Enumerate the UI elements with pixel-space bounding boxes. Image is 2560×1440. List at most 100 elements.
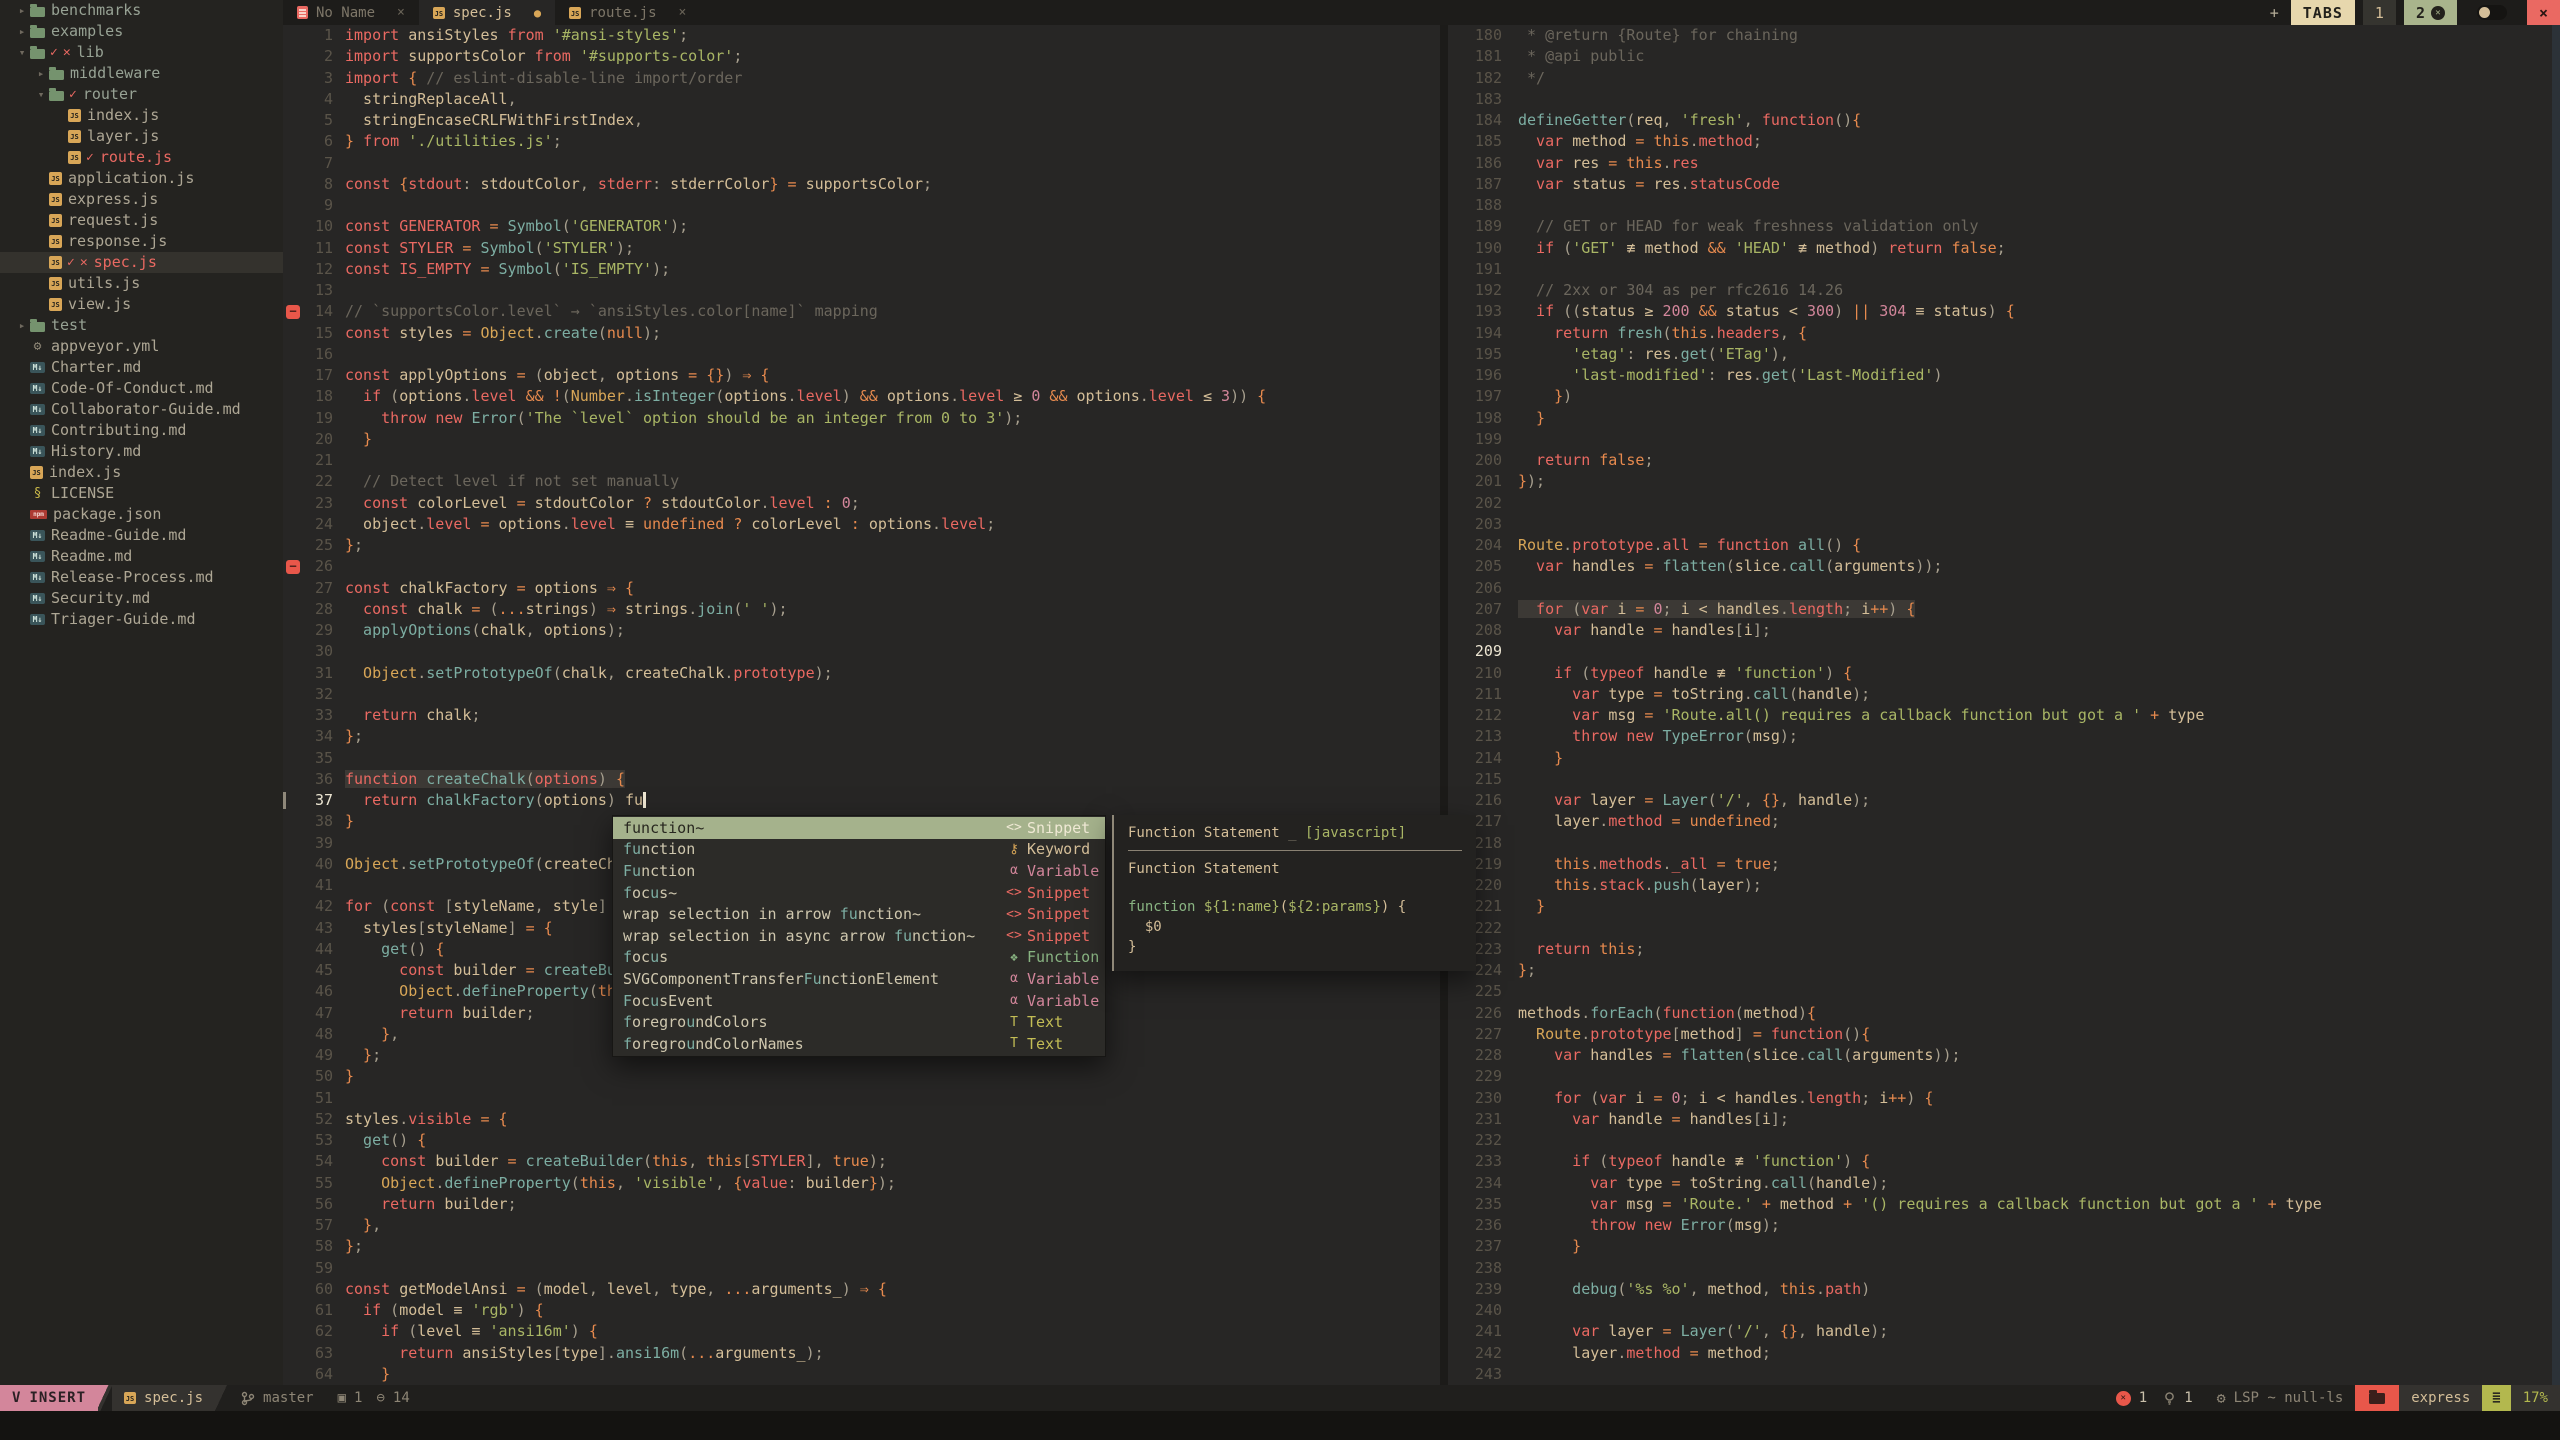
sidebar-item-charter-md[interactable]: M↓Charter.md xyxy=(0,357,283,378)
code-line-181[interactable]: 181 * @api public xyxy=(1448,46,2560,67)
tab-group-1-button[interactable]: 1 xyxy=(2363,0,2396,25)
code-line-64[interactable]: 64 } xyxy=(283,1364,1440,1385)
code-line-225[interactable]: 225 xyxy=(1448,981,2560,1002)
code-line-192[interactable]: 192 // 2xx or 304 as per rfc2616 14.26 xyxy=(1448,280,2560,301)
code-line-242[interactable]: 242 layer.method = method; xyxy=(1448,1343,2560,1364)
sidebar-item-contributing-md[interactable]: M↓Contributing.md xyxy=(0,420,283,441)
editor-pane-left[interactable]: 1import ansiStyles from '#ansi-styles';2… xyxy=(283,25,1440,1385)
code-line-226[interactable]: 226methods.forEach(function(method){ xyxy=(1448,1003,2560,1024)
code-line-4[interactable]: 4 stringReplaceAll, xyxy=(283,89,1440,110)
chevron-right-icon[interactable]: ▸ xyxy=(14,315,30,336)
code-line-62[interactable]: 62 if (level ≡ 'ansi16m') { xyxy=(283,1321,1440,1342)
code-line-182[interactable]: 182 */ xyxy=(1448,68,2560,89)
code-line-6[interactable]: 6} from './utilities.js'; xyxy=(283,131,1440,152)
sidebar-item-router[interactable]: ▾✓router xyxy=(0,84,283,105)
code-line-224[interactable]: 224}; xyxy=(1448,960,2560,981)
sidebar-item-test[interactable]: ▸test xyxy=(0,315,283,336)
sidebar-item-triager-guide-md[interactable]: M↓Triager-Guide.md xyxy=(0,609,283,630)
code-line-208[interactable]: 208 var handle = handles[i]; xyxy=(1448,620,2560,641)
completion-item-5[interactable]: wrap selection in async arrow function~<… xyxy=(613,925,1105,947)
code-line-240[interactable]: 240 xyxy=(1448,1300,2560,1321)
completion-item-7[interactable]: SVGComponentTransferFunctionElementαVari… xyxy=(613,968,1105,990)
sidebar-item-middleware[interactable]: ▸middleware xyxy=(0,63,283,84)
code-line-228[interactable]: 228 var handles = flatten(slice.call(arg… xyxy=(1448,1045,2560,1066)
code-line-17[interactable]: 17const applyOptions = (object, options … xyxy=(283,365,1440,386)
code-line-237[interactable]: 237 } xyxy=(1448,1236,2560,1257)
code-line-22[interactable]: 22 // Detect level if not set manually xyxy=(283,471,1440,492)
code-line-220[interactable]: 220 this.stack.push(layer); xyxy=(1448,875,2560,896)
sidebar-item-history-md[interactable]: M↓History.md xyxy=(0,441,283,462)
code-line-218[interactable]: 218 xyxy=(1448,833,2560,854)
code-line-59[interactable]: 59 xyxy=(283,1258,1440,1279)
code-line-214[interactable]: 214 } xyxy=(1448,748,2560,769)
code-line-50[interactable]: 50} xyxy=(283,1066,1440,1087)
code-line-207[interactable]: 207 for (var i = 0; i < handles.length; … xyxy=(1448,599,2560,620)
code-line-180[interactable]: 180 * @return {Route} for chaining xyxy=(1448,25,2560,46)
code-line-238[interactable]: 238 xyxy=(1448,1258,2560,1279)
sidebar-item-release-process-md[interactable]: M↓Release-Process.md xyxy=(0,567,283,588)
code-line-217[interactable]: 217 layer.method = undefined; xyxy=(1448,811,2560,832)
code-line-23[interactable]: 23 const colorLevel = stdoutColor ? stdo… xyxy=(283,493,1440,514)
code-line-190[interactable]: 190 if ('GET' ≢ method && 'HEAD' ≢ metho… xyxy=(1448,238,2560,259)
close-group-icon[interactable]: ✕ xyxy=(2431,6,2445,20)
sidebar-item-index-js[interactable]: JSindex.js xyxy=(0,105,283,126)
code-line-232[interactable]: 232 xyxy=(1448,1130,2560,1151)
sidebar-item-application-js[interactable]: JSapplication.js xyxy=(0,168,283,189)
code-line-24[interactable]: 24 object.level = options.level ≡ undefi… xyxy=(283,514,1440,535)
code-line-199[interactable]: 199 xyxy=(1448,429,2560,450)
git-changes-segment[interactable]: ▣1 ⊖14 xyxy=(326,1385,422,1411)
code-line-56[interactable]: 56 return builder; xyxy=(283,1194,1440,1215)
tabs-mode-label[interactable]: TABS xyxy=(2291,0,2355,25)
code-line-32[interactable]: 32 xyxy=(283,684,1440,705)
new-tab-button[interactable]: + xyxy=(2258,0,2291,25)
completion-item-3[interactable]: focus~<>Snippet xyxy=(613,882,1105,904)
code-line-239[interactable]: 239 debug('%s %o', method, this.path) xyxy=(1448,1279,2560,1300)
completion-item-2[interactable]: FunctionαVariable xyxy=(613,860,1105,882)
code-line-234[interactable]: 234 var type = toString.call(handle); xyxy=(1448,1173,2560,1194)
code-line-186[interactable]: 186 var res = this.res xyxy=(1448,153,2560,174)
code-line-183[interactable]: 183 xyxy=(1448,89,2560,110)
code-line-29[interactable]: 29 applyOptions(chalk, options); xyxy=(283,620,1440,641)
code-line-55[interactable]: 55 Object.defineProperty(this, 'visible'… xyxy=(283,1173,1440,1194)
code-line-227[interactable]: 227 Route.prototype[method] = function()… xyxy=(1448,1024,2560,1045)
code-line-219[interactable]: 219 this.methods._all = true; xyxy=(1448,854,2560,875)
code-line-205[interactable]: 205 var handles = flatten(slice.call(arg… xyxy=(1448,556,2560,577)
tab-spec-js[interactable]: JSspec.js● xyxy=(419,0,555,25)
chevron-right-icon[interactable]: ▸ xyxy=(14,0,30,21)
project-name-segment[interactable]: express xyxy=(2399,1385,2482,1411)
sidebar-item-examples[interactable]: ▸examples xyxy=(0,21,283,42)
sidebar-item-license[interactable]: §LICENSE xyxy=(0,483,283,504)
code-line-7[interactable]: 7 xyxy=(283,153,1440,174)
code-line-187[interactable]: 187 var status = res.statusCode xyxy=(1448,174,2560,195)
code-line-184[interactable]: 184defineGetter(req, 'fresh', function()… xyxy=(1448,110,2560,131)
sidebar-item-benchmarks[interactable]: ▸benchmarks xyxy=(0,0,283,21)
sidebar-item-index-js[interactable]: JSindex.js xyxy=(0,462,283,483)
completion-item-8[interactable]: FocusEventαVariable xyxy=(613,990,1105,1012)
code-line-30[interactable]: 30 xyxy=(283,641,1440,662)
project-folder-segment[interactable] xyxy=(2355,1385,2399,1411)
code-line-235[interactable]: 235 var msg = 'Route.' + method + '() re… xyxy=(1448,1194,2560,1215)
layout-toggle[interactable] xyxy=(2465,0,2519,25)
code-line-58[interactable]: 58}; xyxy=(283,1236,1440,1257)
code-line-215[interactable]: 215 xyxy=(1448,769,2560,790)
code-line-197[interactable]: 197 }) xyxy=(1448,386,2560,407)
code-line-35[interactable]: 35 xyxy=(283,748,1440,769)
window-close-button[interactable]: × xyxy=(2527,0,2560,25)
sidebar-item-security-md[interactable]: M↓Security.md xyxy=(0,588,283,609)
code-line-198[interactable]: 198 } xyxy=(1448,408,2560,429)
code-line-202[interactable]: 202 xyxy=(1448,493,2560,514)
code-line-236[interactable]: 236 throw new Error(msg); xyxy=(1448,1215,2560,1236)
sidebar-item-readme-guide-md[interactable]: M↓Readme-Guide.md xyxy=(0,525,283,546)
code-line-52[interactable]: 52styles.visible = { xyxy=(283,1109,1440,1130)
sidebar-item-request-js[interactable]: JSrequest.js xyxy=(0,210,283,231)
sidebar-item-route-js[interactable]: JS✓route.js xyxy=(0,147,283,168)
code-line-36[interactable]: 36function createChalk(options) { xyxy=(283,769,1440,790)
tab-route-js[interactable]: JSroute.js× xyxy=(555,0,700,25)
sidebar-item-code-of-conduct-md[interactable]: M↓Code-Of-Conduct.md xyxy=(0,378,283,399)
command-line-area[interactable] xyxy=(0,1411,2560,1440)
file-tree-sidebar[interactable]: ▸benchmarks▸examples▾✓✕lib▸middleware▾✓r… xyxy=(0,0,283,1385)
code-line-223[interactable]: 223 return this; xyxy=(1448,939,2560,960)
code-line-241[interactable]: 241 var layer = Layer('/', {}, handle); xyxy=(1448,1321,2560,1342)
code-line-216[interactable]: 216 var layer = Layer('/', {}, handle); xyxy=(1448,790,2560,811)
git-branch-segment[interactable]: master xyxy=(229,1385,326,1411)
